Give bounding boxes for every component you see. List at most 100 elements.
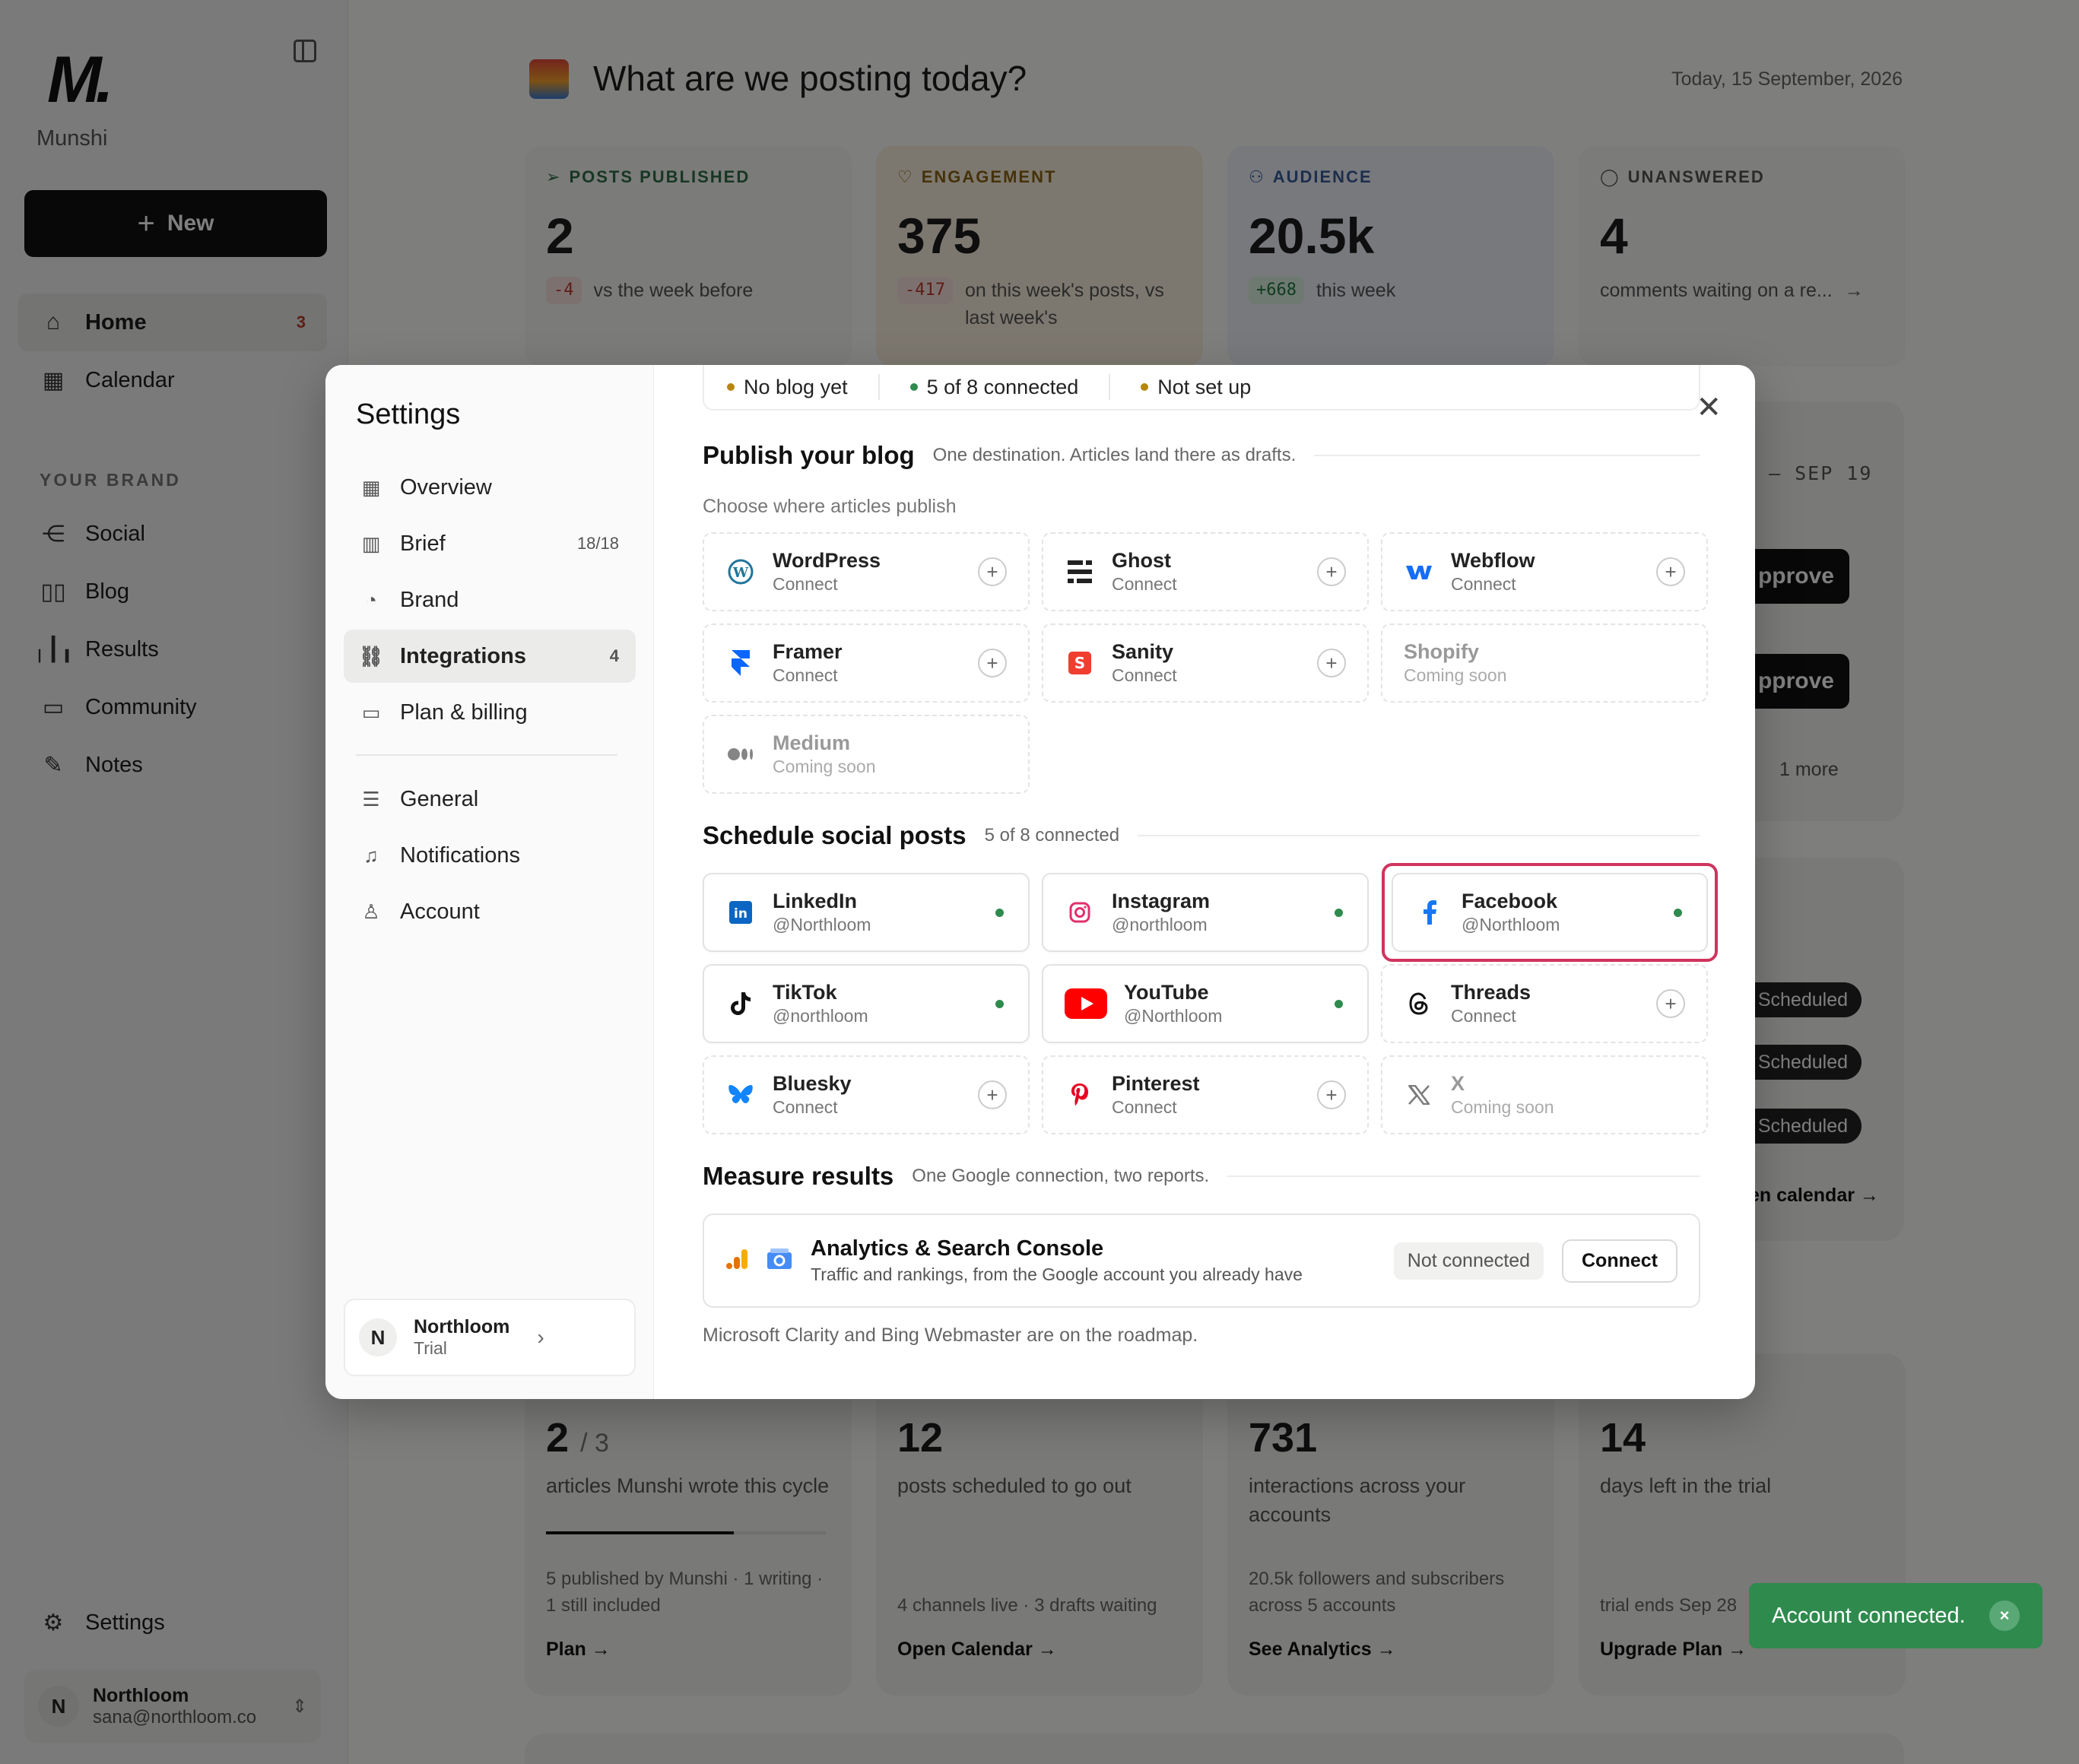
measure-section-header: Measure results One Google connection, t…	[703, 1162, 1700, 1191]
youtube-icon	[1065, 988, 1107, 1019]
tile-sub: Connect	[1112, 665, 1177, 685]
brief-count: 18/18	[576, 534, 619, 553]
analytics-integration-row: Analytics & Search Console Traffic and r…	[703, 1214, 1700, 1308]
settings-nav-general[interactable]: ☰ General	[344, 773, 636, 826]
plus-icon[interactable]: +	[1656, 989, 1685, 1018]
toast-close-icon[interactable]: ×	[1989, 1601, 2020, 1631]
tile-sub: @Northloom	[1124, 1006, 1223, 1026]
social-section-header: Schedule social posts 5 of 8 connected	[703, 821, 1700, 850]
tile-name: Framer	[773, 640, 843, 663]
tile-sub: Coming soon	[1404, 665, 1507, 685]
settings-nav-label: Brief	[400, 531, 446, 556]
medium-icon	[725, 739, 756, 769]
section-subheading: 5 of 8 connected	[984, 825, 1120, 846]
tile-name: WordPress	[773, 549, 881, 572]
tile-name: Bluesky	[773, 1072, 852, 1095]
tile-sub: Coming soon	[1451, 1097, 1554, 1117]
workspace-switcher[interactable]: N Northloom Trial ›	[344, 1299, 636, 1376]
status-dot	[909, 383, 918, 391]
section-heading: Measure results	[703, 1162, 894, 1190]
status-badge: Not connected	[1393, 1242, 1544, 1280]
plus-icon[interactable]: +	[1317, 649, 1346, 677]
section-subheading: One destination. Articles land there as …	[932, 445, 1297, 465]
tile-name: Sanity	[1112, 640, 1174, 663]
tile-name: Pinterest	[1112, 1072, 1200, 1095]
tile-sub: Connect	[773, 1097, 838, 1117]
status-dot	[727, 383, 735, 391]
tile-name: YouTube	[1124, 981, 1209, 1004]
grid-icon: ▦	[361, 475, 381, 499]
settings-nav-plan-billing[interactable]: ▭ Plan & billing	[344, 686, 636, 739]
blog-section-header: Publish your blog One destination. Artic…	[703, 441, 1700, 470]
integration-tile-instagram[interactable]: Instagram @northloom	[1042, 873, 1369, 952]
integration-tile-youtube[interactable]: YouTube @Northloom	[1042, 964, 1369, 1043]
link-icon: ⛓	[358, 644, 384, 668]
integration-tile-threads[interactable]: Threads Connect +	[1381, 964, 1708, 1043]
blog-status: No blog yet	[744, 375, 848, 398]
tile-name: LinkedIn	[773, 890, 858, 912]
settings-nav-label: Plan & billing	[400, 700, 528, 725]
plus-icon[interactable]: +	[978, 1080, 1007, 1109]
plus-icon[interactable]: +	[1317, 557, 1346, 586]
integration-tile-pinterest[interactable]: Pinterest Connect +	[1042, 1055, 1369, 1134]
tile-name: X	[1451, 1072, 1465, 1095]
integration-tile-tiktok[interactable]: TikTok @northloom	[703, 964, 1030, 1043]
toast-notification: Account connected. ×	[1749, 1583, 2042, 1648]
plus-icon[interactable]: +	[978, 649, 1007, 677]
integration-tile-bluesky[interactable]: Bluesky Connect +	[703, 1055, 1030, 1134]
settings-nav-label: Brand	[400, 587, 459, 612]
framer-icon	[725, 648, 756, 678]
settings-modal: Settings ▦ Overview ▥ Brief 18/18 ◔ Bran…	[325, 365, 1755, 1399]
integration-tile-x: X Coming soon	[1381, 1055, 1708, 1134]
social-status: 5 of 8 connected	[926, 375, 1079, 398]
integration-tile-framer[interactable]: Framer Connect +	[703, 623, 1030, 703]
plus-icon[interactable]: +	[978, 557, 1007, 586]
ghost-icon	[1065, 557, 1095, 587]
svg-text:W: W	[732, 565, 749, 581]
integration-tile-sanity[interactable]: S Sanity Connect +	[1042, 623, 1369, 703]
settings-nav-label: Integrations	[400, 643, 526, 668]
connect-analytics-button[interactable]: Connect	[1562, 1239, 1677, 1283]
integration-tile-shopify: Shopify Coming soon	[1381, 623, 1708, 703]
tile-sub: Connect	[1451, 574, 1516, 594]
svg-text:in: in	[734, 906, 747, 922]
settings-nav-label: Notifications	[400, 842, 520, 868]
settings-nav-overview[interactable]: ▦ Overview	[344, 461, 636, 514]
settings-nav-brand[interactable]: ◔ Brand	[344, 573, 636, 627]
workspace-plan: Trial	[414, 1338, 447, 1358]
bluesky-icon	[725, 1080, 756, 1110]
facebook-highlight	[1382, 863, 1718, 962]
analytics-title: Analytics & Search Console	[811, 1236, 1104, 1261]
webflow-icon	[1404, 557, 1434, 587]
chevron-right-icon: ›	[537, 1325, 544, 1349]
integrations-content: No blog yet 5 of 8 connected Not set up …	[654, 365, 1755, 1399]
settings-nav-brief[interactable]: ▥ Brief 18/18	[344, 517, 636, 570]
tile-sub: Connect	[1112, 1097, 1177, 1117]
settings-nav-label: Account	[400, 899, 480, 924]
tile-sub: @northloom	[773, 1006, 868, 1026]
tiktok-icon	[725, 988, 756, 1019]
connected-indicator	[995, 999, 1004, 1008]
user-icon: ♙	[362, 899, 380, 923]
integration-status-strip: No blog yet 5 of 8 connected Not set up	[703, 365, 1700, 411]
settings-title: Settings	[356, 398, 461, 430]
integration-tile-ghost[interactable]: Ghost Connect +	[1042, 532, 1369, 611]
settings-nav-notifications[interactable]: ♫ Notifications	[344, 829, 636, 882]
settings-nav-label: General	[400, 786, 479, 811]
tile-name: TikTok	[773, 981, 837, 1004]
integration-tile-wordpress[interactable]: W WordPress Connect +	[703, 532, 1030, 611]
tile-sub: Connect	[1112, 574, 1177, 594]
plus-icon[interactable]: +	[1656, 557, 1685, 586]
settings-nav-integrations[interactable]: ⛓ Integrations 4	[344, 630, 636, 683]
linkedin-icon: in	[725, 897, 756, 928]
analytics-status: Not set up	[1157, 375, 1252, 398]
integration-tile-webflow[interactable]: Webflow Connect +	[1381, 532, 1708, 611]
close-icon[interactable]: ✕	[1696, 392, 1722, 423]
svg-text:S: S	[1074, 654, 1085, 672]
bell-icon: ♫	[363, 843, 379, 867]
sanity-icon: S	[1065, 648, 1095, 678]
settings-nav-account[interactable]: ♙ Account	[344, 885, 636, 938]
plus-icon[interactable]: +	[1317, 1080, 1346, 1109]
tile-name: Medium	[773, 731, 851, 754]
integration-tile-linkedin[interactable]: in LinkedIn @Northloom	[703, 873, 1030, 952]
